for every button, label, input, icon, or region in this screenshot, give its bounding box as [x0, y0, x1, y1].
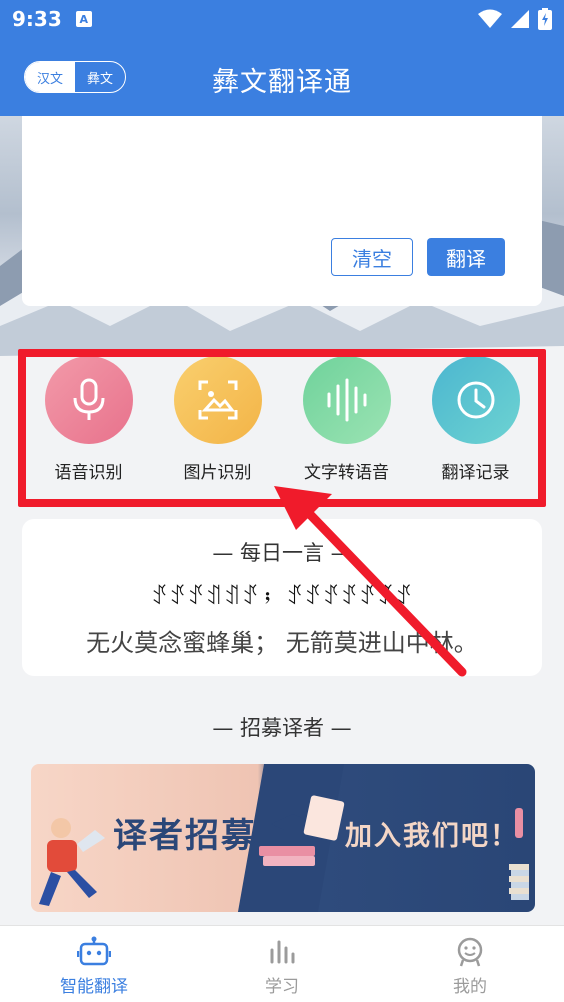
signal-icon	[511, 10, 529, 28]
nav-item-study[interactable]: 学习	[188, 926, 376, 1002]
status-icons	[478, 8, 552, 30]
battery-icon	[538, 8, 552, 30]
status-left: 9:33 A	[12, 7, 92, 31]
page-title: 彝文翻译通	[212, 67, 352, 98]
daily-quote-yi-text: ꀋꀋꀋꀊꀊꀋ； ꀋꀋꀋꀋꀋꀋꀋ	[150, 585, 414, 610]
nav-label: 学习	[265, 977, 299, 997]
user-face-icon	[457, 937, 483, 967]
status-time: 9:33	[12, 7, 62, 31]
recruit-banner[interactable]: 译者招募 加入我们吧！	[31, 764, 535, 912]
nav-item-mine[interactable]: 我的	[376, 926, 564, 1002]
daily-quote-card: — 每日一言 — ꀋꀋꀋꀊꀊꀋ； ꀋꀋꀋꀋꀋꀋꀋ 无火莫念蜜蜂巢； 无箭莫进山中…	[22, 519, 542, 676]
nav-label: 智能翻译	[60, 977, 128, 997]
banner-left-text: 译者招募	[113, 816, 257, 856]
robot-icon	[77, 936, 111, 966]
nav-item-smart-translate[interactable]: 智能翻译	[0, 926, 188, 1002]
nav-label: 我的	[453, 977, 487, 997]
notification-badge: A	[75, 11, 92, 27]
bar-chart-icon	[270, 940, 295, 964]
translation-input-card[interactable]: 清空 翻译	[22, 116, 542, 306]
recruit-section-title: — 招募译者 —	[212, 716, 352, 740]
banner-right-text: 加入我们吧！	[345, 821, 519, 852]
wifi-icon	[478, 9, 502, 28]
bottom-navigation: 智能翻译 学习 我的	[0, 925, 564, 1002]
highlight-annotation-box	[18, 349, 546, 507]
daily-quote-title: — 每日一言 —	[212, 541, 352, 565]
daily-quote-chinese-text: 无火莫念蜜蜂巢； 无箭莫进山中林。	[86, 629, 478, 657]
clear-button[interactable]: 清空	[331, 238, 413, 276]
app-header: 汉文 彝文 彝文翻译通	[0, 38, 564, 116]
status-bar: 9:33 A	[0, 0, 564, 38]
translate-button[interactable]: 翻译	[427, 238, 505, 276]
